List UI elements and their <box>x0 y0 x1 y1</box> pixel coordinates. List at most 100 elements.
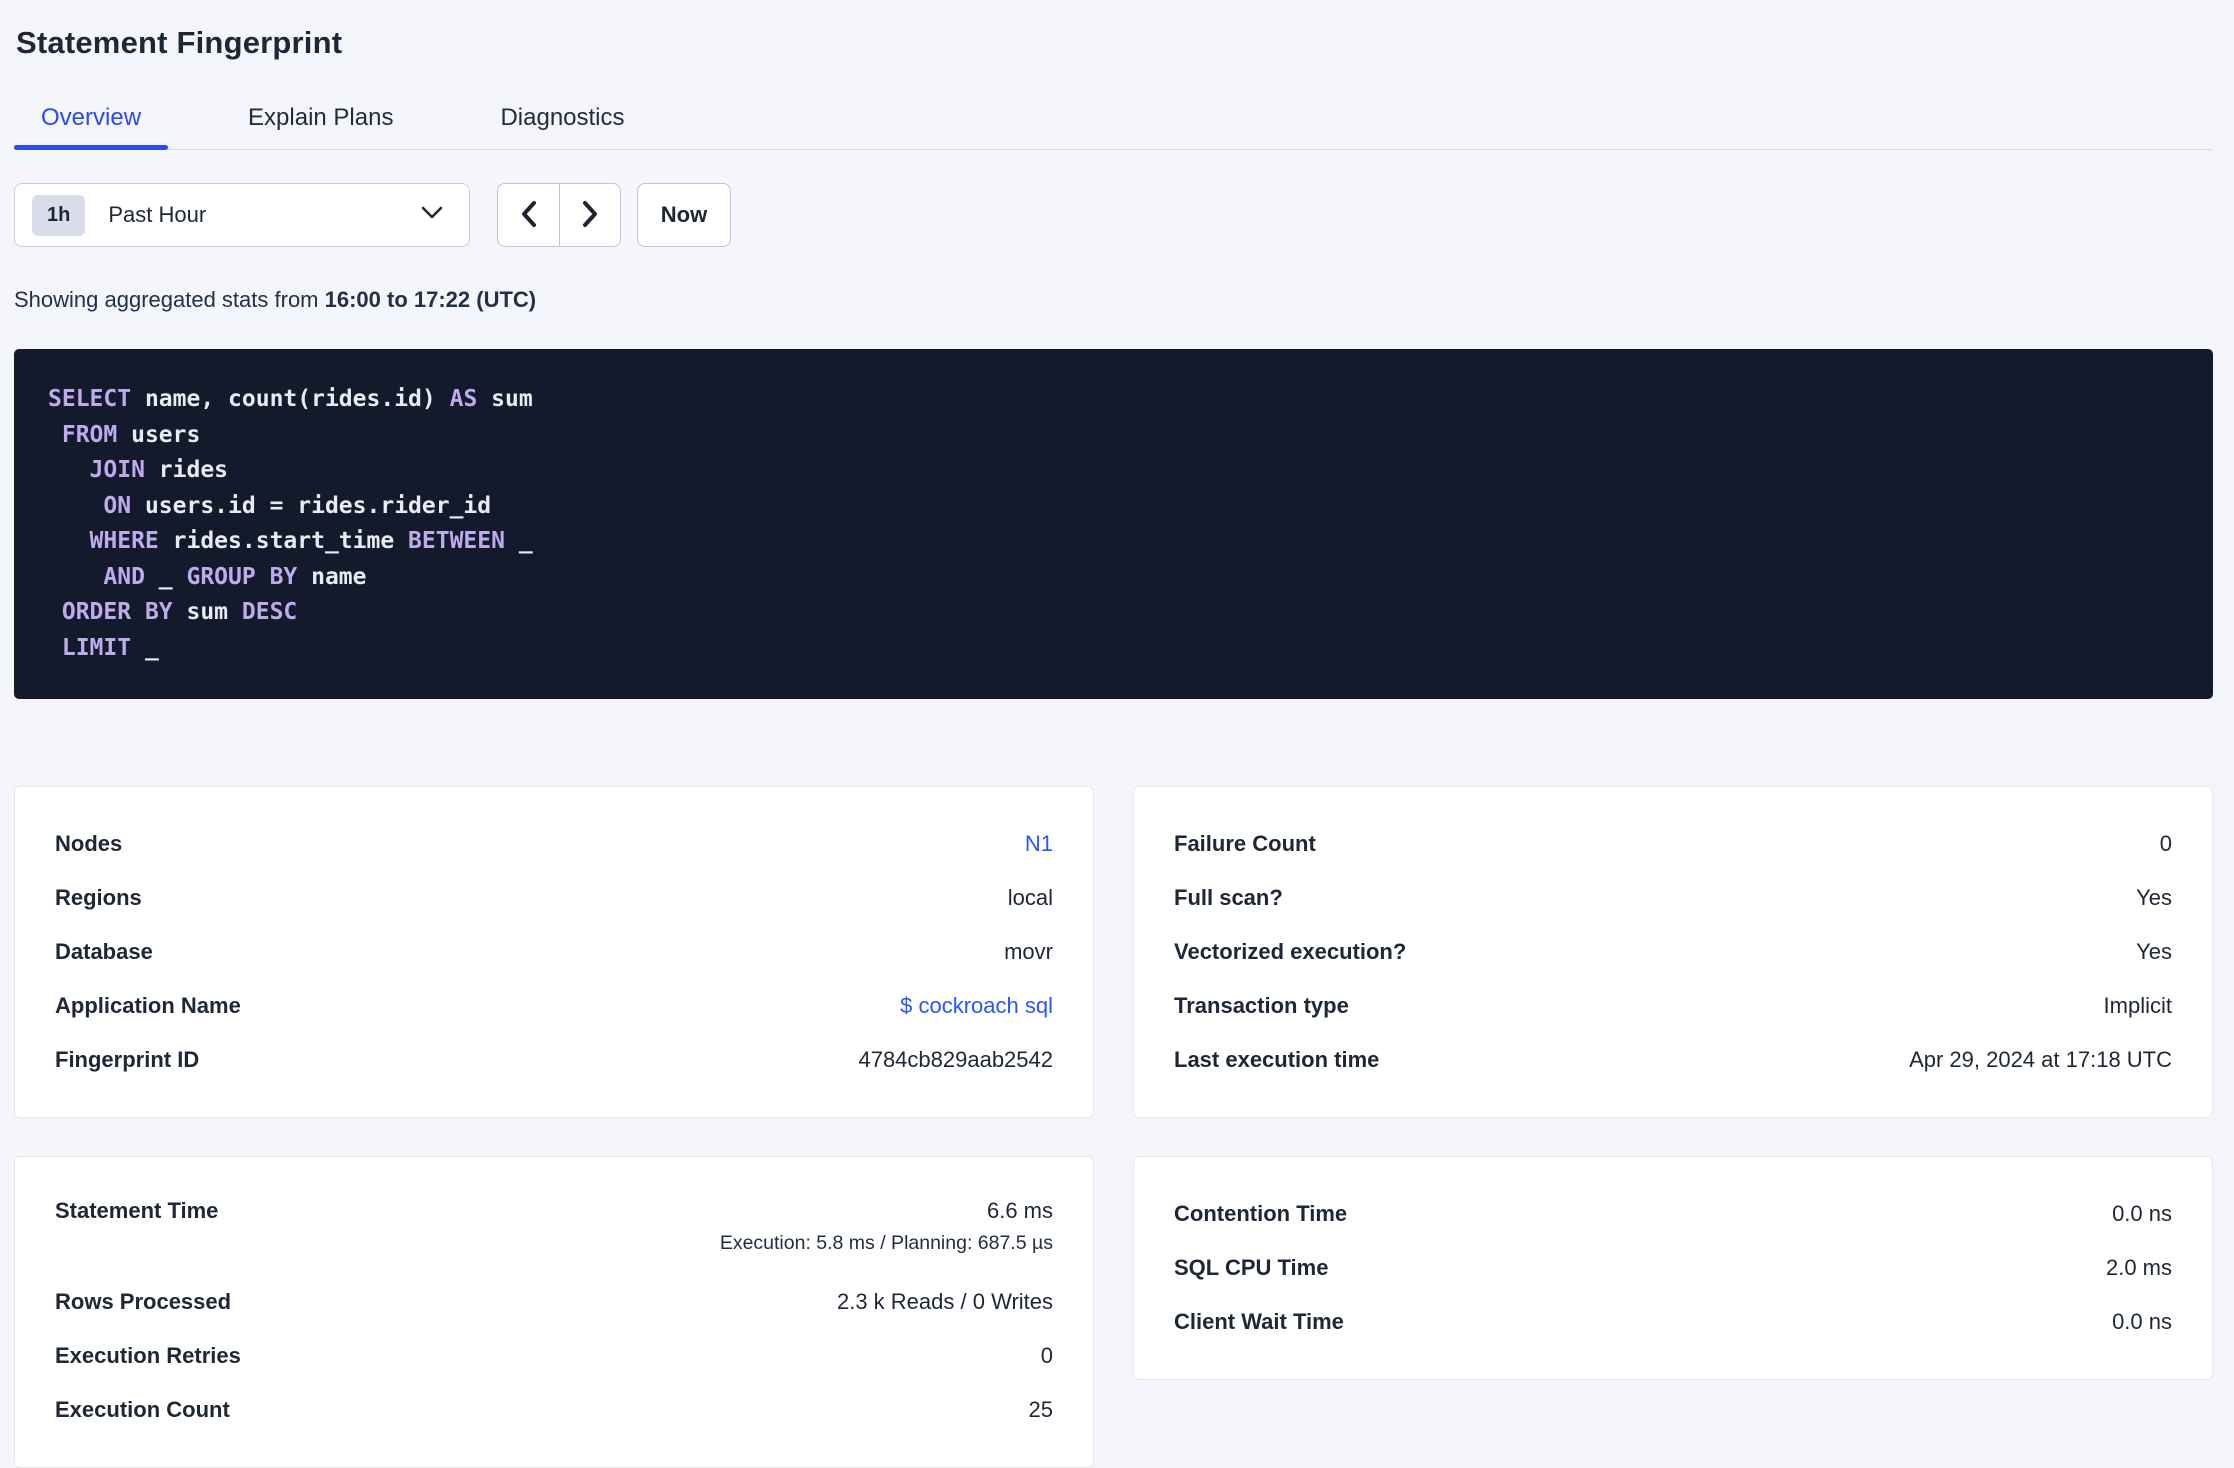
statement-time-card: Statement Time 6.6 ms Execution: 5.8 ms / … <box>14 1156 1094 1468</box>
time-interval-select[interactable]: 1h Past Hour <box>14 183 470 247</box>
sql-line: JOIN rides <box>89 457 229 483</box>
stat-row: Statement Time 6.6 ms Execution: 5.8 ms / … <box>55 1187 1053 1275</box>
sql-line: ON users.id = rides.rider_id <box>103 492 492 519</box>
tab-bar: Overview Explain Plans Diagnostics <box>14 104 2213 150</box>
stat-label: Database <box>55 939 153 964</box>
stat-value-group: 2.3 k Reads / 0 Writes <box>837 1289 1053 1315</box>
stat-row: Fingerprint ID 4784cb829aab2542 <box>55 1033 1053 1087</box>
stat-value: Yes <box>2136 939 2172 964</box>
stat-value-group: local <box>1008 885 1053 911</box>
stat-value: 0.0 ns <box>2112 1309 2172 1334</box>
stat-value: movr <box>1004 939 1053 964</box>
interval-label: Past Hour <box>108 202 207 227</box>
stat-row: Failure Count 0 <box>1174 817 2172 871</box>
stat-label: Execution Count <box>55 1397 230 1422</box>
stat-label: Contention Time <box>1174 1201 1348 1226</box>
stat-value: 0 <box>1040 1343 1053 1368</box>
stat-row: Transaction type Implicit <box>1174 979 2172 1033</box>
stat-value-group: 6.6 ms Execution: 5.8 ms / Planning: 687.… <box>720 1198 1053 1255</box>
stat-label: SQL CPU Time <box>1174 1255 1329 1280</box>
stat-row: Client Wait Time 0.0 ns <box>1174 1295 2172 1349</box>
stat-row: Last execution time Apr 29, 2024 at 17:18… <box>1174 1033 2172 1087</box>
stat-value-group: N1 <box>1025 831 1053 857</box>
chevron-down-icon <box>421 206 443 224</box>
stat-value-group: 0 <box>2160 831 2172 857</box>
details-cards-row: Nodes N1 Regions local Database movr Applicati… <box>14 786 2213 1118</box>
stat-row: Database movr <box>55 925 1053 979</box>
tab-overview[interactable]: Overview <box>14 104 169 150</box>
stat-value: Implicit <box>2103 993 2172 1018</box>
stat-label: Nodes <box>55 831 123 856</box>
chevron-right-icon <box>582 200 599 231</box>
stat-row: Execution Retries 0 <box>55 1329 1053 1383</box>
sql-line: FROM users <box>61 421 201 448</box>
stat-label: Fingerprint ID <box>55 1047 200 1072</box>
tab-explain-plans[interactable]: Explain Plans <box>221 104 420 149</box>
stat-value-group: Yes <box>2136 885 2172 911</box>
time-controls: 1h Past Hour Now <box>14 183 2213 247</box>
performance-cards-row: Statement Time 6.6 ms Execution: 5.8 ms / … <box>14 1156 2213 1468</box>
stat-value-group: 25 <box>1029 1397 1053 1423</box>
stats-line-range: 16:00 to 17:22 (UTC) <box>324 287 537 312</box>
stat-row: Regions local <box>55 871 1053 925</box>
stat-subvalue: Execution: 5.8 ms / Planning: 687.5 µs <box>719 1232 1053 1254</box>
wait-time-card: Contention Time 0.0 ns SQL CPU Time 2.0 ms C… <box>1133 1156 2213 1380</box>
stat-value: Apr 29, 2024 at 17:18 UTC <box>1909 1047 2172 1072</box>
stat-label: Application Name <box>55 993 241 1018</box>
aggregated-stats-line: Showing aggregated stats from 16:00 to 1… <box>14 287 2213 313</box>
stat-value: 6.6 ms <box>986 1198 1053 1223</box>
stat-value-group: Implicit <box>2104 993 2172 1019</box>
previous-interval-button[interactable] <box>497 183 559 247</box>
stat-label: Transaction type <box>1174 993 1349 1018</box>
stat-label: Execution Retries <box>55 1343 241 1368</box>
stat-value: 2.3 k Reads / 0 Writes <box>836 1289 1053 1314</box>
stat-row: Execution Count 25 <box>55 1383 1053 1437</box>
execution-attributes-card: Failure Count 0 Full scan? Yes Vectorized ex… <box>1133 786 2213 1118</box>
sql-line: SELECT name, count(rides.id) AS sum <box>48 386 533 412</box>
stat-row: Contention Time 0.0 ns <box>1174 1187 2172 1241</box>
stat-label: Full scan? <box>1174 885 1283 910</box>
stat-row: Full scan? Yes <box>1174 871 2172 925</box>
stat-value: 2.0 ms <box>2105 1255 2172 1280</box>
next-interval-button[interactable] <box>559 183 621 247</box>
stat-row: Application Name $ cockroach sql <box>55 979 1053 1033</box>
stat-label: Regions <box>55 885 142 910</box>
stat-value-group: 0.0 ns <box>2112 1201 2172 1227</box>
stat-value: local <box>1007 885 1053 910</box>
statement-details-card: Nodes N1 Regions local Database movr Applicati… <box>14 786 1094 1118</box>
sql-statement-block: SELECT name, count(rides.id) AS sum FROM… <box>14 349 2213 699</box>
stat-value-group: movr <box>1004 939 1053 965</box>
stat-value-group: $ cockroach sql <box>900 993 1053 1019</box>
stat-value-link[interactable]: $ cockroach sql <box>900 993 1053 1019</box>
time-range-arrows <box>497 183 621 247</box>
stat-value: 0 <box>2159 831 2172 856</box>
stat-row: Nodes N1 <box>55 817 1053 871</box>
stats-line-prefix: Showing aggregated stats from <box>14 287 325 312</box>
stat-row: SQL CPU Time 2.0 ms <box>1174 1241 2172 1295</box>
stat-label: Last execution time <box>1174 1047 1380 1072</box>
stat-value-group: 2.0 ms <box>2106 1255 2172 1281</box>
stat-value-group: 0.0 ns <box>2112 1309 2172 1335</box>
chevron-left-icon <box>520 200 537 231</box>
stat-label: Rows Processed <box>55 1289 232 1314</box>
now-button[interactable]: Now <box>637 183 731 247</box>
stat-row: Rows Processed 2.3 k Reads / 0 Writes <box>55 1275 1053 1329</box>
stat-value-group: 4784cb829aab2542 <box>858 1047 1053 1073</box>
statement-fingerprint-page: Statement Fingerprint Overview Explain Pl… <box>0 0 2234 1468</box>
interval-badge: 1h <box>32 194 86 236</box>
stat-label: Client Wait Time <box>1174 1309 1344 1334</box>
page-title: Statement Fingerprint <box>16 25 343 60</box>
stat-value: 0.0 ns <box>2112 1201 2172 1226</box>
stat-value-group: 0 <box>1041 1343 1053 1369</box>
sql-line: ORDER BY sum DESC <box>61 599 298 625</box>
sql-line: LIMIT _ <box>61 634 159 661</box>
stat-value: Yes <box>2136 885 2172 910</box>
sql-line: AND _ GROUP BY name <box>103 563 367 590</box>
stat-value-group: Apr 29, 2024 at 17:18 UTC <box>1909 1047 2172 1073</box>
tab-diagnostics[interactable]: Diagnostics <box>473 104 651 149</box>
stat-value: 4784cb829aab2542 <box>858 1047 1053 1072</box>
sql-line: WHERE rides.start_time BETWEEN _ <box>89 528 533 554</box>
stat-value-link[interactable]: N1 <box>1025 831 1053 857</box>
stat-label: Failure Count <box>1174 831 1316 856</box>
stat-label: Statement Time <box>55 1198 219 1223</box>
